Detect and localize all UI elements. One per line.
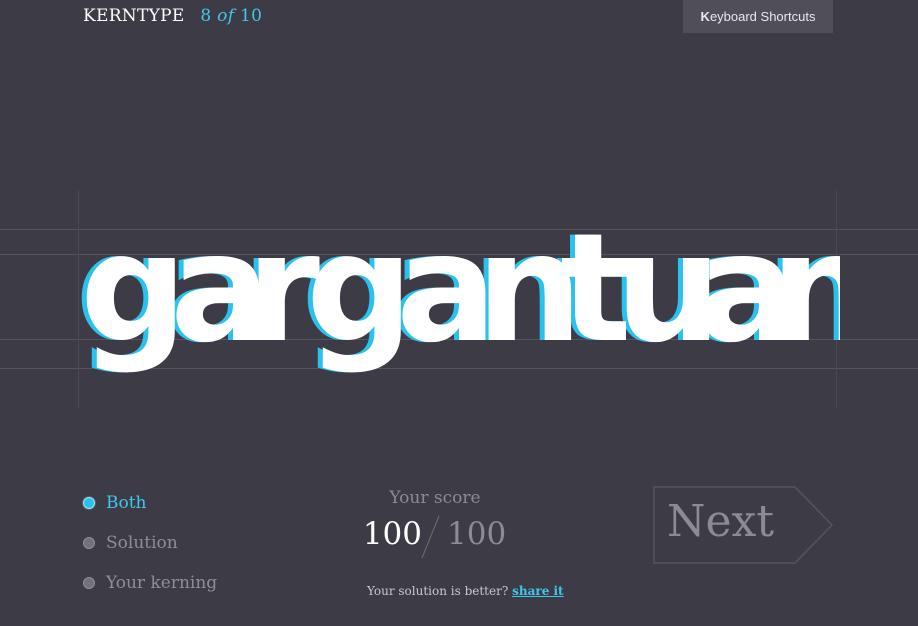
score-max: 100 — [447, 516, 507, 552]
score-value: 100 — [362, 516, 422, 552]
radio-icon[interactable] — [83, 577, 95, 589]
puzzle-progress: 8 of 10 — [200, 6, 263, 26]
share-link[interactable]: share it — [512, 584, 564, 598]
view-option-your-kerning[interactable]: Your kerning — [83, 563, 217, 603]
radio-icon[interactable] — [83, 497, 95, 509]
radio-icon[interactable] — [83, 537, 95, 549]
share-note: Your solution is better? share it — [367, 584, 564, 598]
word-canvas: gargantuangargantuan — [78, 202, 840, 376]
next-label: Next — [667, 496, 775, 547]
next-button[interactable]: Next — [653, 486, 835, 566]
score-panel: Your score 100 100 — [340, 488, 530, 559]
score-label: Your score — [389, 488, 481, 508]
view-option-solution[interactable]: Solution — [83, 523, 217, 563]
view-option-both[interactable]: Both — [83, 483, 217, 523]
view-options: Both Solution Your kerning — [83, 483, 217, 603]
brand-name: KERNTYPE — [83, 6, 185, 26]
keyboard-shortcuts-button[interactable]: Keyboard Shortcuts — [683, 0, 833, 33]
kerning-word: gargantuangargantuan — [78, 192, 840, 392]
score-divider — [421, 515, 440, 559]
letter-n[interactable]: n — [770, 202, 840, 376]
app-title: KERNTYPE 8 of 10 — [83, 6, 262, 26]
